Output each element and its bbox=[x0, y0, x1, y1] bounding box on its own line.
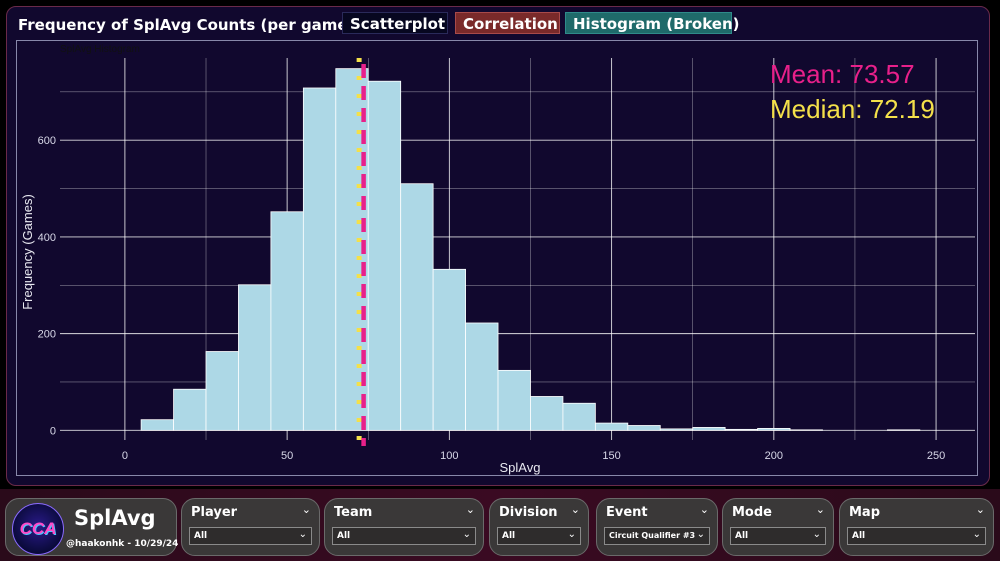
filter-division: Division ⌄ All ⌄ bbox=[489, 498, 589, 556]
map-select[interactable]: All ⌄ bbox=[847, 527, 986, 545]
x-tick-label: 150 bbox=[602, 450, 620, 462]
filter-map: Map ⌄ All ⌄ bbox=[839, 498, 994, 556]
x-tick-label: 200 bbox=[765, 450, 783, 462]
cca-logo: CCA bbox=[12, 503, 64, 555]
player-select[interactable]: All ⌄ bbox=[189, 527, 312, 545]
select-value: All bbox=[502, 531, 516, 541]
chevron-down-icon[interactable]: ⌄ bbox=[976, 503, 985, 516]
division-select[interactable]: All ⌄ bbox=[497, 527, 581, 545]
brand-card: CCA SplAvg @haakonhk - 10/29/24 bbox=[5, 498, 179, 556]
chevron-down-icon: ⌄ bbox=[567, 529, 576, 540]
chevron-down-icon: ⌄ bbox=[812, 529, 821, 540]
chevron-down-icon[interactable]: ⌄ bbox=[816, 503, 825, 516]
histogram-bar bbox=[562, 402, 596, 431]
select-value: All bbox=[852, 531, 866, 541]
histogram-bar bbox=[594, 422, 629, 431]
chevron-down-icon[interactable]: ⌄ bbox=[571, 503, 580, 516]
select-value: All bbox=[194, 531, 208, 541]
median-label: Median: 72.19 bbox=[770, 94, 935, 124]
filter-label: Mode bbox=[732, 505, 772, 520]
chart-subtitle: SplAvg Histogram bbox=[60, 44, 140, 55]
filter-event: Event ⌄ Circuit Qualifier #3 ⌄ bbox=[596, 498, 718, 556]
histogram-bar bbox=[367, 80, 402, 431]
histogram-bar bbox=[497, 369, 531, 431]
histogram-bar bbox=[757, 427, 791, 431]
x-tick-label: 250 bbox=[927, 450, 945, 462]
chevron-down-icon[interactable]: ⌄ bbox=[302, 503, 311, 516]
y-tick-label: 600 bbox=[38, 135, 56, 147]
histogram-bar bbox=[238, 284, 272, 431]
y-tick-label: 200 bbox=[38, 329, 56, 341]
x-axis-label: SplAvg bbox=[500, 460, 541, 475]
histogram-bar bbox=[400, 183, 434, 431]
histogram-bar bbox=[432, 268, 466, 431]
select-value: All bbox=[337, 531, 351, 541]
chevron-down-icon: ⌄ bbox=[462, 529, 471, 540]
histogram-bar bbox=[659, 428, 694, 431]
chevron-down-icon: ⌄ bbox=[298, 529, 307, 540]
y-tick-label: 400 bbox=[38, 232, 56, 244]
histogram-bar bbox=[465, 322, 499, 431]
histogram-bar bbox=[724, 428, 759, 431]
histogram-bar bbox=[173, 388, 207, 431]
filter-team: Team ⌄ All ⌄ bbox=[324, 498, 484, 556]
select-value: Circuit Qualifier #3 bbox=[609, 531, 696, 540]
chevron-down-icon: ⌄ bbox=[972, 529, 981, 540]
histogram-bar bbox=[140, 419, 174, 431]
mode-select[interactable]: All ⌄ bbox=[730, 527, 826, 545]
y-tick-label: 0 bbox=[50, 425, 56, 437]
x-tick-label: 100 bbox=[440, 450, 458, 462]
filter-label: Event bbox=[606, 505, 648, 520]
filter-mode: Mode ⌄ All ⌄ bbox=[722, 498, 834, 556]
chevron-down-icon[interactable]: ⌄ bbox=[700, 503, 709, 516]
logo-text: CCA bbox=[19, 519, 57, 538]
filter-label: Division bbox=[499, 505, 558, 520]
filter-label: Team bbox=[334, 505, 373, 520]
event-select[interactable]: Circuit Qualifier #3 ⌄ bbox=[604, 527, 710, 545]
filter-player: Player ⌄ All ⌄ bbox=[181, 498, 320, 556]
filter-label: Player bbox=[191, 505, 238, 520]
histogram-bar bbox=[692, 427, 726, 431]
y-axis-label: Frequency (Games) bbox=[20, 194, 35, 310]
team-select[interactable]: All ⌄ bbox=[332, 527, 476, 545]
histogram-bar bbox=[270, 211, 304, 431]
chevron-down-icon: ⌄ bbox=[696, 529, 705, 540]
mean-label: Mean: 73.57 bbox=[770, 59, 915, 89]
histogram-bar bbox=[530, 396, 564, 431]
brand-title: SplAvg bbox=[74, 506, 156, 530]
histogram-chart: 0 50 100 150 200 250 0 200 400 600 SplAvg Histogr… bbox=[20, 44, 975, 475]
x-tick-label: 50 bbox=[281, 450, 293, 462]
chevron-down-icon[interactable]: ⌄ bbox=[466, 503, 475, 516]
histogram-bar bbox=[627, 425, 661, 431]
histogram-bar bbox=[302, 87, 337, 431]
select-value: All bbox=[735, 531, 749, 541]
brand-subtitle: @haakonhk - 10/29/24 bbox=[66, 539, 179, 549]
filter-label: Map bbox=[849, 505, 881, 520]
histogram-bar bbox=[205, 351, 239, 431]
x-tick-label: 0 bbox=[122, 450, 128, 462]
